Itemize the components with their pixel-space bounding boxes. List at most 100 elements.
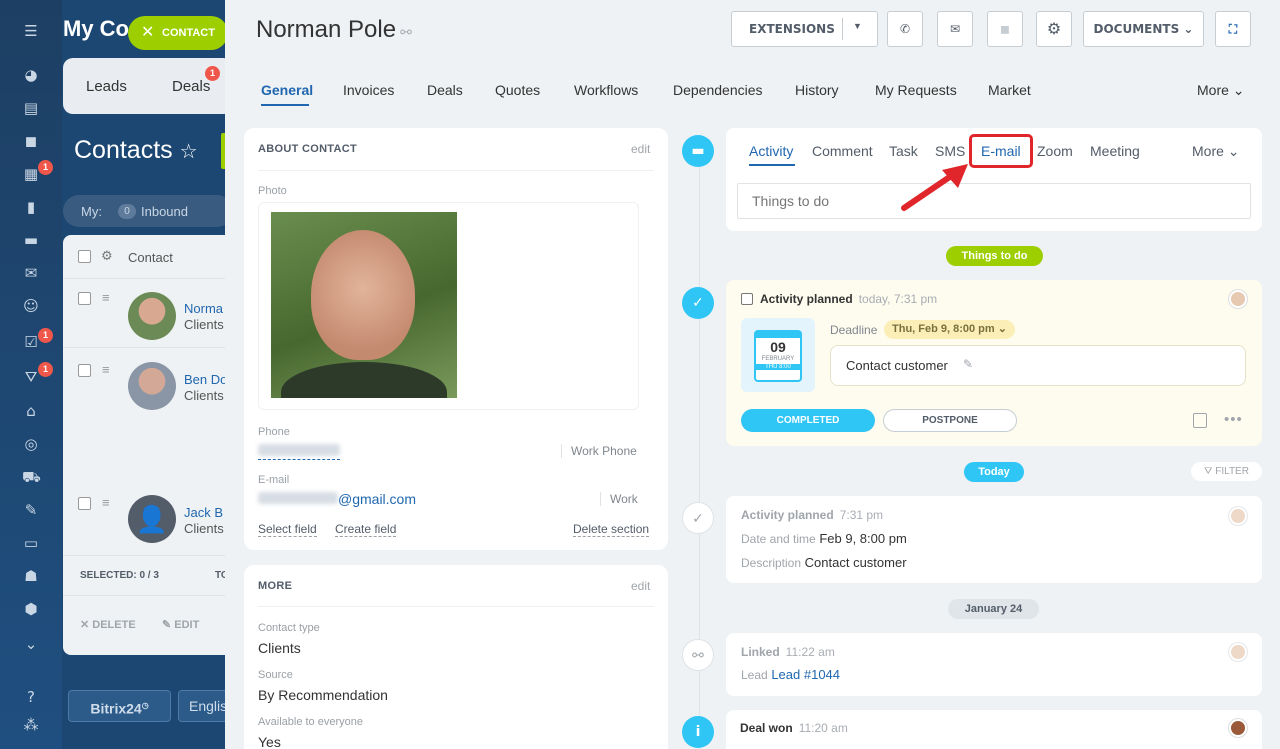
- row-checkbox[interactable]: [78, 292, 91, 305]
- create-field-link[interactable]: Create field: [335, 522, 397, 537]
- settings-gear-icon[interactable]: ⚙: [101, 249, 113, 264]
- avatar[interactable]: [1229, 290, 1247, 308]
- mail-icon[interactable]: ✉: [937, 11, 973, 47]
- row-checkbox[interactable]: [78, 497, 91, 510]
- close-contact-button[interactable]: ✕ CONTACT: [128, 16, 228, 50]
- sign-icon[interactable]: ✎: [22, 501, 40, 519]
- tab-history[interactable]: History: [795, 82, 839, 98]
- filter-inbound[interactable]: Inbound: [141, 204, 188, 219]
- chat-icon[interactable]: ◼: [987, 11, 1023, 47]
- postpone-button[interactable]: POSTPONE: [883, 409, 1017, 432]
- card-icon[interactable]: ▭: [22, 534, 40, 552]
- documents-icon[interactable]: ▮: [22, 198, 40, 216]
- tab-sms[interactable]: SMS: [935, 143, 965, 159]
- drag-handle-icon[interactable]: ≡: [102, 290, 110, 305]
- bitrix24-logo[interactable]: Bitrix24◷: [68, 690, 171, 722]
- tab-meeting[interactable]: Meeting: [1090, 143, 1140, 159]
- drag-handle-icon[interactable]: ≡: [102, 495, 110, 510]
- chevron-down-icon[interactable]: ▼: [853, 21, 862, 31]
- lead-link[interactable]: Lead #1044: [771, 667, 840, 682]
- tab-my-requests[interactable]: My Requests: [875, 82, 957, 98]
- menu-icon[interactable]: ☰: [22, 22, 40, 40]
- star-icon[interactable]: ☆: [180, 141, 198, 163]
- tab-activity[interactable]: Activity: [749, 143, 793, 159]
- language-select[interactable]: Englis: [178, 690, 228, 722]
- tab-zoom[interactable]: Zoom: [1037, 143, 1073, 159]
- tab-market[interactable]: Market: [988, 82, 1031, 98]
- planned-time: today, 7:31 pm: [858, 292, 938, 306]
- cart-icon[interactable]: ⛟: [22, 468, 41, 486]
- row-checkbox[interactable]: [78, 364, 91, 377]
- gear-icon[interactable]: ⚙: [1036, 11, 1072, 47]
- calendar-month: FEBRUARY: [761, 356, 795, 362]
- bitrix24-label: Bitrix24: [90, 700, 142, 717]
- phone-value-redacted[interactable]: [258, 444, 340, 456]
- edit-button[interactable]: ✎ EDIT: [162, 618, 199, 631]
- tab-invoices[interactable]: Invoices: [343, 82, 394, 98]
- list-divider: [63, 347, 233, 348]
- email-user-redacted[interactable]: [258, 492, 338, 504]
- tab-leads[interactable]: Leads: [86, 78, 127, 95]
- things-to-do-input[interactable]: [737, 183, 1251, 219]
- user-placeholder-icon: 👤: [128, 495, 176, 543]
- link-icon[interactable]: ⚯: [400, 24, 412, 40]
- history-title: Activity planned 7:31 pm: [741, 508, 883, 522]
- tab-more[interactable]: More ⌄: [1197, 82, 1245, 99]
- drive-icon[interactable]: ▬: [22, 231, 40, 249]
- tab-deals[interactable]: Deals: [172, 78, 210, 95]
- chat-icon[interactable]: ◼: [22, 132, 40, 150]
- row-name[interactable]: Jack B: [184, 505, 223, 520]
- select-field-link[interactable]: Select field: [258, 522, 317, 537]
- more-dots-icon[interactable]: •••: [1224, 411, 1243, 428]
- tab-general[interactable]: General: [261, 82, 313, 98]
- phone-icon[interactable]: ✆: [887, 11, 923, 47]
- tab-task[interactable]: Task: [889, 143, 918, 159]
- deadline-chip[interactable]: Thu, Feb 9, 8:00 pm ⌄: [884, 320, 1015, 339]
- contact-name[interactable]: Norman Pole: [256, 16, 396, 43]
- activity-checkbox[interactable]: [741, 293, 753, 305]
- tab-quotes[interactable]: Quotes: [495, 82, 540, 98]
- avatar[interactable]: [1229, 719, 1247, 737]
- feed-icon[interactable]: ◕: [22, 66, 40, 84]
- delete-section-link[interactable]: Delete section: [573, 522, 650, 537]
- selected-count: SELECTED: 0 / 3: [80, 570, 159, 581]
- tab-workflows[interactable]: Workflows: [574, 82, 638, 98]
- chevron-down-icon[interactable]: ⌄: [22, 635, 40, 653]
- row-name[interactable]: Ben Do: [184, 372, 227, 387]
- expand-icon[interactable]: ⛶: [1215, 11, 1251, 47]
- tab-deals[interactable]: Deals: [427, 82, 463, 98]
- robot-icon[interactable]: ☗: [22, 567, 40, 585]
- note-icon[interactable]: [1193, 413, 1207, 428]
- pencil-icon[interactable]: ✎: [963, 357, 973, 371]
- documents-button[interactable]: DOCUMENTS ⌄: [1083, 11, 1204, 47]
- chat-bubble-icon: ▬: [682, 135, 714, 167]
- list-divider: [63, 555, 233, 556]
- contact-photo[interactable]: [271, 212, 457, 398]
- delete-button[interactable]: ✕ DELETE: [80, 618, 136, 631]
- structure-icon[interactable]: ⁂: [22, 716, 40, 734]
- tab-email[interactable]: E-mail: [981, 143, 1021, 159]
- tasks-icon[interactable]: ▤: [22, 99, 40, 117]
- drag-handle-icon[interactable]: ≡: [102, 362, 110, 377]
- tab-dependencies[interactable]: Dependencies: [673, 82, 763, 98]
- target-icon[interactable]: ◎: [22, 435, 40, 453]
- tab-comment[interactable]: Comment: [812, 143, 873, 159]
- tab-underline: [261, 104, 309, 106]
- about-edit-link[interactable]: edit: [631, 142, 650, 156]
- company-icon[interactable]: ⌂: [22, 402, 40, 420]
- completed-button[interactable]: COMPLETED: [741, 409, 875, 432]
- more-edit-link[interactable]: edit: [631, 579, 650, 593]
- box-icon[interactable]: ⬢: [22, 600, 40, 618]
- help-icon[interactable]: ?: [22, 688, 40, 706]
- avatar[interactable]: [1229, 507, 1247, 525]
- divider: [258, 170, 654, 171]
- avatar[interactable]: [1229, 643, 1247, 661]
- select-all-checkbox[interactable]: [78, 250, 91, 263]
- contacts-icon[interactable]: ☺: [22, 297, 40, 315]
- linked-card: [726, 633, 1262, 696]
- filter-button[interactable]: ⛛ FILTER: [1191, 462, 1262, 481]
- email-domain[interactable]: @gmail.com: [338, 491, 416, 507]
- row-name[interactable]: Norma: [184, 301, 223, 316]
- mail-icon[interactable]: ✉: [22, 264, 40, 282]
- activity-more[interactable]: More ⌄: [1192, 143, 1240, 160]
